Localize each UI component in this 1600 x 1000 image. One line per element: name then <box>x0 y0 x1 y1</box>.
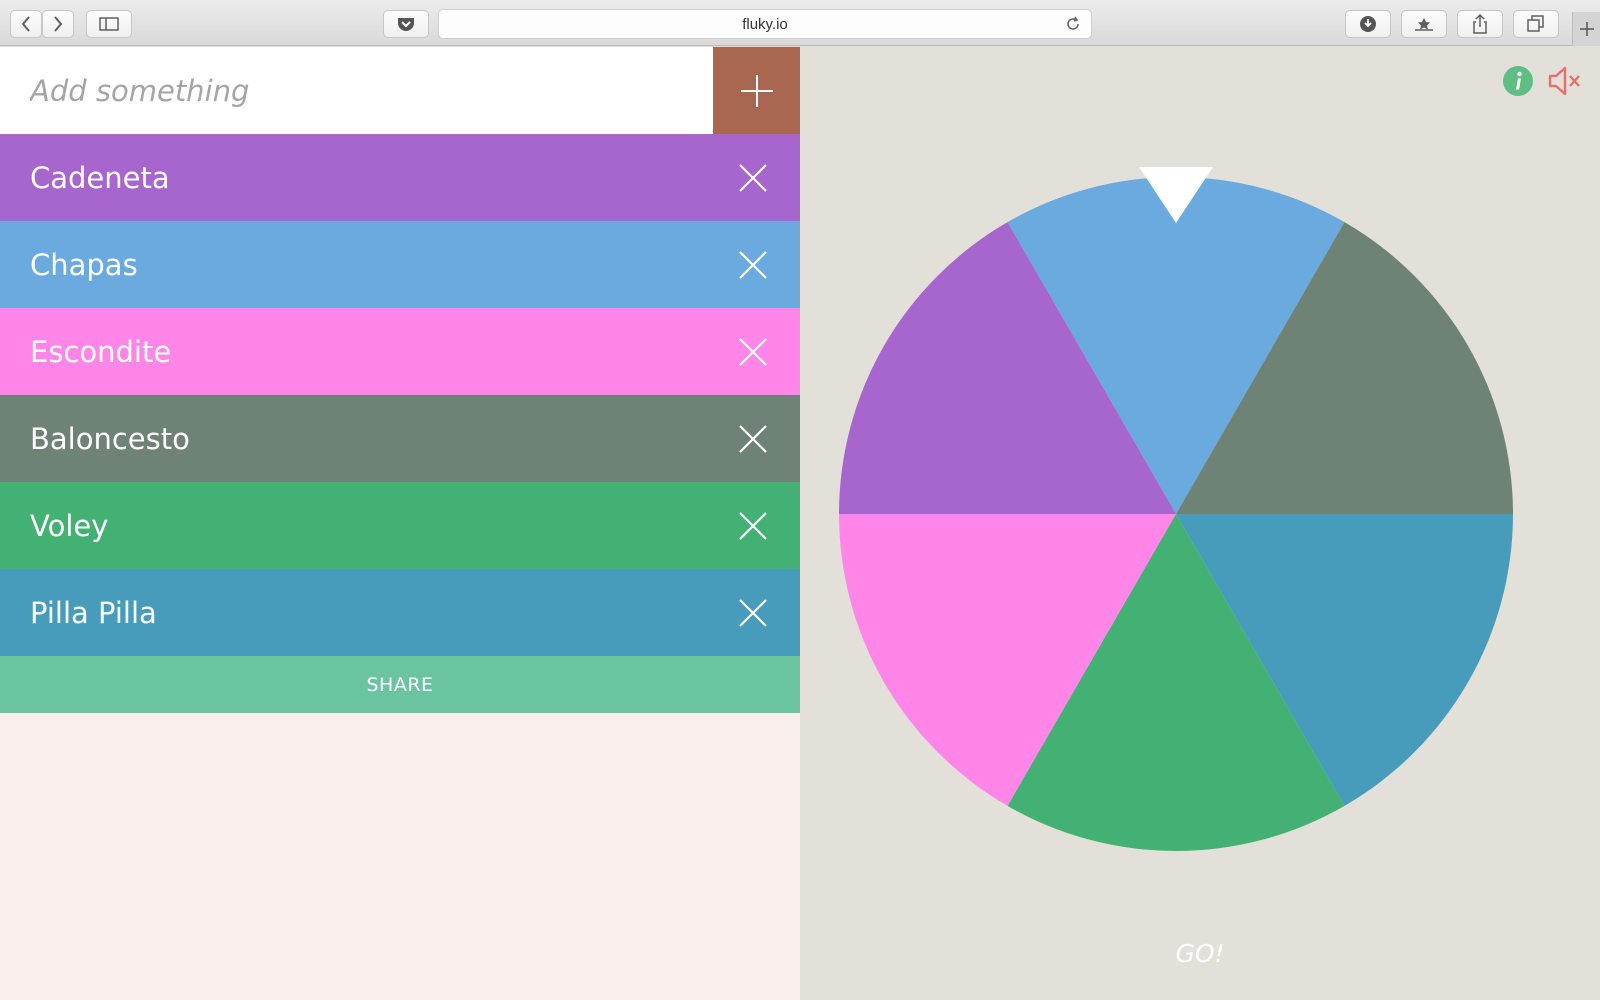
remove-item-button[interactable] <box>736 596 770 630</box>
add-option-button[interactable] <box>713 47 800 134</box>
share-page-button[interactable] <box>1457 10 1503 38</box>
close-icon <box>739 163 767 192</box>
add-option-input[interactable] <box>0 47 713 134</box>
browser-toolbar: fluky.io <box>0 0 1600 46</box>
pocket-icon <box>398 18 414 31</box>
close-icon <box>739 337 767 366</box>
plus-icon <box>1580 22 1594 36</box>
list-item[interactable]: Baloncesto <box>0 395 800 482</box>
close-icon <box>739 250 767 279</box>
address-bar[interactable]: fluky.io <box>438 9 1092 39</box>
new-tab-button[interactable] <box>1572 12 1600 46</box>
forward-button[interactable] <box>42 10 74 38</box>
list-item-label: Pilla Pilla <box>30 595 157 630</box>
sidebar-icon <box>99 17 119 31</box>
download-icon <box>1360 16 1376 32</box>
close-icon <box>739 598 767 627</box>
chevron-left-icon <box>21 16 30 32</box>
remove-item-button[interactable] <box>736 335 770 369</box>
add-row <box>0 47 800 134</box>
list-item-label: Chapas <box>30 247 138 282</box>
remove-item-button[interactable] <box>736 422 770 456</box>
bookmarks-button[interactable] <box>1401 10 1447 38</box>
tabs-icon <box>1527 15 1544 32</box>
close-icon <box>739 424 767 453</box>
pocket-button[interactable] <box>383 10 429 38</box>
reload-icon[interactable] <box>1065 16 1081 36</box>
remove-item-button[interactable] <box>736 248 770 282</box>
tabs-overview-button[interactable] <box>1513 10 1559 38</box>
back-button[interactable] <box>10 10 42 38</box>
downloads-button[interactable] <box>1345 10 1391 38</box>
remove-item-button[interactable] <box>736 161 770 195</box>
go-button[interactable]: GO! <box>800 939 1600 968</box>
share-icon <box>1473 14 1487 34</box>
plus-icon <box>740 74 773 107</box>
list-item-label: Voley <box>30 508 109 543</box>
list-item[interactable]: Pilla Pilla <box>0 569 800 656</box>
list-item-label: Cadeneta <box>30 160 170 195</box>
options-panel: Cadeneta Chapas Escondite Baloncesto Voley Pi… <box>0 47 800 1000</box>
list-item[interactable]: Escondite <box>0 308 800 395</box>
share-button[interactable]: SHARE <box>0 656 800 713</box>
list-item-label: Escondite <box>30 334 172 369</box>
wheel-panel: GO! <box>800 47 1600 1000</box>
option-list: Cadeneta Chapas Escondite Baloncesto Voley Pi… <box>0 134 800 656</box>
list-item-label: Baloncesto <box>30 421 190 456</box>
url-text: fluky.io <box>742 15 788 33</box>
bookmark-star-icon <box>1415 18 1433 31</box>
chevron-right-icon <box>54 16 63 32</box>
close-icon <box>739 511 767 540</box>
list-item[interactable]: Cadeneta <box>0 134 800 221</box>
sidebar-button[interactable] <box>86 10 132 38</box>
spinning-wheel[interactable] <box>800 47 1600 947</box>
list-item[interactable]: Voley <box>0 482 800 569</box>
list-item[interactable]: Chapas <box>0 221 800 308</box>
remove-item-button[interactable] <box>736 509 770 543</box>
